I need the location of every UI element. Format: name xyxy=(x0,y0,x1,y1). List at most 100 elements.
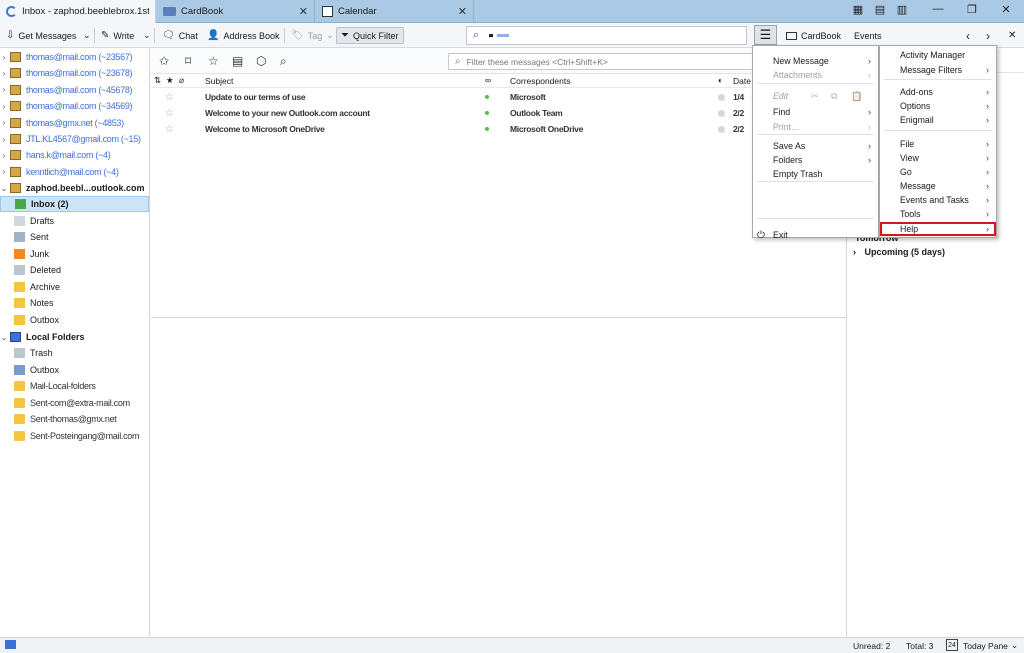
maximize-icon[interactable]: ❐ xyxy=(962,3,982,16)
attachment-column-icon[interactable]: ⌀ xyxy=(179,75,184,86)
app-menu-item[interactable]: Attachments › xyxy=(753,68,878,82)
app-menu-item[interactable]: Edit ✂ ⧉ 📋 xyxy=(753,89,878,103)
chevron-right-icon[interactable]: › xyxy=(0,167,8,176)
starred-filter-icon[interactable]: ☆ xyxy=(208,54,219,68)
close-icon[interactable]: ✕ xyxy=(1008,27,1016,44)
write-dropdown[interactable]: ⌄ xyxy=(143,27,151,44)
app-menu-button[interactable]: ☰ xyxy=(754,25,777,45)
app-menu-item[interactable]: New Message › xyxy=(753,54,878,68)
folder-item[interactable]: Notes xyxy=(0,295,149,311)
chevron-right-icon[interactable]: › xyxy=(0,53,8,62)
previous-icon[interactable]: ‹ xyxy=(966,27,970,44)
account-row[interactable]: › thomas@mail.com (~23567) xyxy=(0,49,149,65)
account-row[interactable]: › thomas@mail.com (~23678) xyxy=(0,65,149,81)
unread-dot-icon[interactable] xyxy=(485,127,489,131)
account-row[interactable]: › thomas@gmx.net (~4853) xyxy=(0,115,149,131)
app-menu-item[interactable]: Tools › xyxy=(880,207,996,221)
chevron-right-icon[interactable]: › xyxy=(0,85,8,94)
paste-icon[interactable]: 📋 xyxy=(851,91,862,102)
folder-item[interactable]: Outbox xyxy=(0,312,149,328)
chat-button[interactable]: 🗨 Chat xyxy=(162,27,198,44)
folder-item[interactable]: Junk xyxy=(0,246,149,262)
message-row[interactable]: ☆ Welcome to your new Outlook.com account… xyxy=(151,105,751,121)
folder-item[interactable]: Drafts xyxy=(0,213,149,229)
today-pane-button[interactable]: Today Pane xyxy=(963,641,1008,651)
get-messages-dropdown[interactable]: ⌄ xyxy=(83,27,91,44)
close-icon[interactable]: ✕ xyxy=(299,5,308,18)
chevron-right-icon[interactable]: › xyxy=(0,118,8,127)
folder-item[interactable]: Outbox xyxy=(0,362,149,378)
app-menu-item[interactable]: Message Filters › xyxy=(880,63,996,77)
folder-item[interactable]: Sent-thomas@gmx.net xyxy=(0,411,149,427)
get-messages-button[interactable]: ⇩ Get Messages xyxy=(6,27,76,44)
tag-filter-icon[interactable]: ⬡ xyxy=(256,54,266,68)
app-menu-item[interactable]: Save As › xyxy=(753,139,878,153)
account-row[interactable]: › kenntlich@mail.com (~4) xyxy=(0,164,149,180)
copy-icon[interactable]: ⧉ xyxy=(831,91,837,102)
date-column-header[interactable]: Date xyxy=(733,76,751,86)
subject-column-header[interactable]: Subject xyxy=(205,76,233,86)
unread-filter-icon[interactable]: ⌑ xyxy=(185,54,191,68)
tasks-icon[interactable]: ▤ xyxy=(870,3,890,16)
star-icon[interactable]: ☆ xyxy=(165,124,174,135)
calendar-icon[interactable]: ▦ xyxy=(848,3,868,16)
junk-status-icon[interactable] xyxy=(718,109,725,117)
unread-dot-icon[interactable] xyxy=(485,111,489,115)
close-icon[interactable]: ✕ xyxy=(458,5,467,18)
account-row[interactable]: › thomas@mail.com (~34569) xyxy=(0,98,149,114)
app-menu-item[interactable]: Print... › xyxy=(753,120,878,134)
app-menu-item[interactable]: Folders › xyxy=(753,153,878,167)
message-row[interactable]: ☆ Update to our terms of use Microsoft 1/4 xyxy=(151,89,751,105)
contact-filter-icon[interactable]: ▤ xyxy=(232,54,243,68)
app-menu-item[interactable]: Enigmail › xyxy=(880,113,996,127)
app-menu-item[interactable]: Find › xyxy=(753,105,878,119)
chevron-right-icon[interactable]: › xyxy=(0,151,8,160)
app-menu-item[interactable]: Empty Trash xyxy=(753,167,878,181)
sticky-pin-icon[interactable]: ✩ xyxy=(159,54,169,68)
close-window-icon[interactable]: ✕ xyxy=(996,3,1016,16)
app-menu-item[interactable]: ⏻ Exit xyxy=(753,228,878,242)
chevron-down-icon[interactable]: ⌄ xyxy=(0,184,8,193)
app-menu-item[interactable]: Add-ons › xyxy=(880,85,996,99)
upcoming-section[interactable]: › Upcoming (5 days) xyxy=(853,247,945,257)
folder-item[interactable]: Sent xyxy=(0,229,149,245)
next-icon[interactable]: › xyxy=(986,27,990,44)
folder-item[interactable]: Sent-com@extra-mail.com xyxy=(0,395,149,411)
star-icon[interactable]: ☆ xyxy=(165,92,174,103)
junk-status-icon[interactable] xyxy=(718,125,725,133)
today-date-icon[interactable]: 24 xyxy=(946,639,958,651)
contacts-icon[interactable]: ▥ xyxy=(892,3,912,16)
app-menu-item[interactable]: Activity Manager xyxy=(880,48,996,62)
filter-messages-input[interactable]: ⌕ Filter these messages <Ctrl+Shift+K> xyxy=(448,53,753,70)
folder-item[interactable]: Inbox (2) xyxy=(0,196,149,212)
app-menu-item[interactable]: Events and Tasks › xyxy=(880,193,996,207)
tab-calendar[interactable]: Calendar ✕ xyxy=(316,0,474,23)
star-column-icon[interactable]: ★ xyxy=(166,75,174,86)
folder-item[interactable]: Sent-Posteingang@mail.com xyxy=(0,428,149,444)
tag-button[interactable]: 🏷 Tag ⌄ xyxy=(291,27,334,44)
chevron-down-icon[interactable]: ⌄ xyxy=(1011,640,1018,651)
attachment-filter-icon[interactable]: ⌕ xyxy=(280,54,287,69)
tab-inbox[interactable]: Inbox - zaphod.beeblebrox.1st xyxy=(0,0,156,23)
app-menu-item[interactable]: File › xyxy=(880,137,996,151)
pane-splitter[interactable] xyxy=(151,317,846,318)
chevron-right-icon[interactable]: › xyxy=(0,69,8,78)
chevron-down-icon[interactable]: ⌄ xyxy=(0,333,8,342)
correspondents-column-header[interactable]: Correspondents xyxy=(510,76,570,86)
chevron-right-icon[interactable]: › xyxy=(0,135,8,144)
star-icon[interactable]: ☆ xyxy=(165,108,174,119)
address-book-button[interactable]: 👤 Address Book xyxy=(207,27,279,44)
account-row[interactable]: ⌄ zaphod.beebl...outlook.com xyxy=(0,180,149,196)
cut-icon[interactable]: ✂ xyxy=(811,91,819,102)
app-menu-item[interactable]: Message › xyxy=(880,179,996,193)
junk-column-icon[interactable]: ◐ xyxy=(718,75,723,85)
thread-column-icon[interactable]: ⇅ xyxy=(154,75,161,86)
tab-cardbook[interactable]: CardBook ✕ xyxy=(157,0,315,23)
read-column-icon[interactable]: ∞ xyxy=(485,75,491,85)
quick-filter-button[interactable]: ⏷ Quick Filter xyxy=(336,27,404,44)
app-menu-item[interactable]: Go › xyxy=(880,165,996,179)
folder-item[interactable]: Trash xyxy=(0,345,149,361)
message-row[interactable]: ☆ Welcome to Microsoft OneDrive Microsoft … xyxy=(151,121,751,137)
folder-item[interactable]: Mail-Local-folders xyxy=(0,378,149,394)
chevron-right-icon[interactable]: › xyxy=(0,102,8,111)
